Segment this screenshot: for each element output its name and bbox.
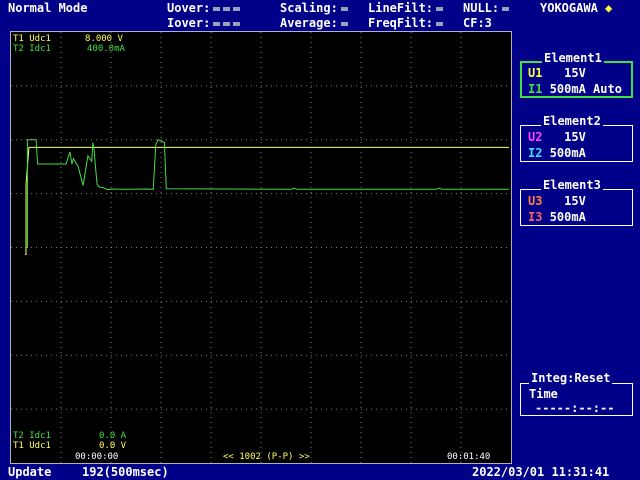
element3-panel[interactable]: Element3 U3 15V I3 500mA [520, 178, 633, 226]
element2-i-range: 500mA [549, 146, 586, 160]
element2-i-row: I2 500mA [528, 146, 586, 160]
datetime: 2022/03/01 11:31:41 [472, 465, 610, 479]
linefilt-label: LineFilt: [368, 1, 434, 15]
element1-u-name: U1 [528, 66, 543, 80]
linefilt-indicator: LineFilt: [368, 1, 444, 15]
mode-label: Normal Mode [8, 1, 88, 15]
element3-i-name: I3 [528, 210, 543, 224]
update-label: Update [8, 465, 52, 479]
brand-logo: YOKOGAWA ◆ [540, 1, 612, 15]
element2-panel[interactable]: Element2 U2 15V I2 500mA [520, 114, 633, 162]
element2-title: Element2 [541, 114, 603, 128]
element2-u-row: U2 15V [528, 130, 586, 144]
element2-u-name: U2 [528, 130, 543, 144]
element1-i-range: 500mA Auto [549, 82, 622, 96]
t2-label: T2 Idc1 [13, 44, 51, 54]
average-label: Average: [280, 16, 338, 30]
element1-panel[interactable]: Element1 U1 15V I1 500mA Auto [520, 51, 633, 98]
time-end: 00:01:40 [447, 452, 491, 462]
iover-label: Iover: [167, 16, 211, 30]
waveform-svg [11, 32, 511, 463]
update-value: 192(500msec) [82, 465, 169, 479]
uover-label: Uover: [167, 1, 211, 15]
integ-title: Integ:Reset [529, 371, 613, 385]
element1-u-row: U1 15V [528, 66, 586, 80]
element3-u-row: U3 15V [528, 194, 586, 208]
scaling-indicator: Scaling: [280, 1, 348, 15]
diamond-icon: ◆ [605, 1, 613, 15]
element1-u-range: 15V [564, 66, 586, 80]
time-start: 00:00:00 [75, 452, 119, 462]
element1-i-name: I1 [528, 82, 543, 96]
element2-u-range: 15V [564, 130, 586, 144]
integ-time-label: Time [529, 387, 558, 401]
record-indicator[interactable]: << 1002 (P-P) >> [223, 452, 310, 462]
average-indicator: Average: [280, 16, 348, 30]
t2-bottom-label: T2 Idc1 [13, 431, 51, 441]
uover-indicator: Uover: [167, 1, 241, 15]
waveform-display: T1 Udc1 8.000 V T2 Idc1 400.0mA T2 Idc1 … [10, 31, 512, 464]
freqfilt-indicator: FreqFilt: [368, 16, 444, 30]
t2-bottom-value: 0.0 A [99, 431, 127, 441]
element3-i-row: I3 500mA [528, 210, 586, 224]
t1-udc1-trace [25, 146, 509, 255]
integ-panel[interactable]: Integ:Reset Time -----:--:-- [520, 371, 633, 416]
element1-title: Element1 [542, 51, 604, 65]
element3-i-range: 500mA [549, 210, 586, 224]
integ-time-value: -----:--:-- [535, 401, 615, 415]
element3-u-name: U3 [528, 194, 543, 208]
t1-scale: 8.000 V [85, 34, 123, 44]
element3-u-range: 15V [564, 194, 586, 208]
null-indicator: NULL: [463, 1, 510, 15]
iover-indicator: Iover: [167, 16, 241, 30]
element2-i-name: I2 [528, 146, 543, 160]
brand-name: YOKOGAWA [540, 1, 598, 15]
cf-label: CF:3 [463, 16, 492, 30]
t1-bottom-value: 0.0 V [99, 441, 127, 451]
t1-label: T1 Udc1 [13, 34, 51, 44]
freqfilt-label: FreqFilt: [368, 16, 434, 30]
scaling-label: Scaling: [280, 1, 338, 15]
null-label: NULL: [463, 1, 500, 15]
element1-i-row: I1 500mA Auto [528, 82, 622, 96]
element3-title: Element3 [541, 178, 603, 192]
t2-scale: 400.0mA [87, 44, 125, 54]
t1-bottom-label: T1 Udc1 [13, 441, 51, 451]
